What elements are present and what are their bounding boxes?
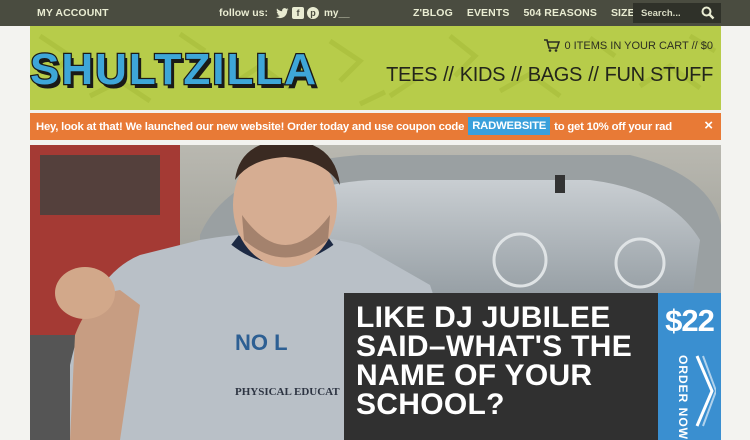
hero-banner[interactable]: NO L PHYSICAL EDUCAT LIKE DJ JUBILEE SAI… xyxy=(30,145,721,440)
nav-separator: // xyxy=(588,64,599,86)
nav-events[interactable]: EVENTS xyxy=(467,7,510,19)
logo-text: SHULTZILLA xyxy=(30,45,318,94)
promo-text-before: Hey, look at that! We launched our new w… xyxy=(36,121,465,133)
twitter-icon[interactable] xyxy=(275,6,289,20)
nav-separator: // xyxy=(511,64,522,86)
headline-box[interactable]: LIKE DJ JUBILEE SAID–WHAT'S THE NAME OF … xyxy=(344,293,658,440)
site-header: SHULTZILLA SHULTZILLA 0 ITEMS IN YOUR CA… xyxy=(30,26,721,110)
nav-504-reasons[interactable]: 504 REASONS xyxy=(523,7,596,19)
top-bar: MY ACCOUNT follow us: f p my__ Z'BLOG EV… xyxy=(0,0,750,26)
nav-fun-stuff[interactable]: FUN STUFF xyxy=(605,64,714,87)
hero-headline: LIKE DJ JUBILEE SAID–WHAT'S THE NAME OF … xyxy=(356,301,633,421)
nav-tees[interactable]: TEES xyxy=(386,64,437,87)
order-now-label: ORDER NOW xyxy=(676,355,690,440)
shirt-print-subtext: PHYSICAL EDUCAT xyxy=(235,386,340,398)
main-nav: TEES // KIDS // BAGS // FUN STUFF xyxy=(386,64,713,87)
cart-summary[interactable]: 0 ITEMS IN YOUR CART // $0 xyxy=(544,39,713,52)
chevron-right-icon xyxy=(695,355,716,427)
follow-us-label: follow us: xyxy=(219,7,268,19)
promo-message: Hey, look at that! We launched our new w… xyxy=(36,117,672,135)
facebook-icon[interactable]: f xyxy=(292,7,304,19)
close-icon[interactable]: × xyxy=(704,117,713,134)
promo-banner: Hey, look at that! We launched our new w… xyxy=(30,113,721,140)
search-icon[interactable] xyxy=(701,6,715,20)
search-input[interactable]: Search... xyxy=(633,3,721,23)
follow-us: follow us: f p my__ xyxy=(219,4,350,22)
nav-zblog[interactable]: Z'BLOG xyxy=(413,7,453,19)
nav-separator: // xyxy=(443,64,454,86)
cart-icon xyxy=(544,39,561,52)
search-placeholder: Search... xyxy=(641,8,681,19)
shultzilla-logo[interactable]: SHULTZILLA SHULTZILLA xyxy=(30,38,340,98)
shirt-print-text: NO L xyxy=(235,330,288,355)
myspace-icon[interactable]: my__ xyxy=(324,6,350,20)
price-label: $22 xyxy=(665,303,715,338)
coupon-code: RADWEBSITE xyxy=(468,117,551,135)
pinterest-icon[interactable]: p xyxy=(307,7,319,19)
nav-bags[interactable]: BAGS xyxy=(528,64,583,87)
my-account-link[interactable]: MY ACCOUNT xyxy=(37,7,109,19)
nav-kids[interactable]: KIDS xyxy=(460,64,506,87)
order-now-button[interactable]: $22 ORDER NOW xyxy=(658,293,721,440)
promo-text-after: to get 10% off your rad xyxy=(554,121,672,133)
cart-text: 0 ITEMS IN YOUR CART // $0 xyxy=(564,39,713,52)
